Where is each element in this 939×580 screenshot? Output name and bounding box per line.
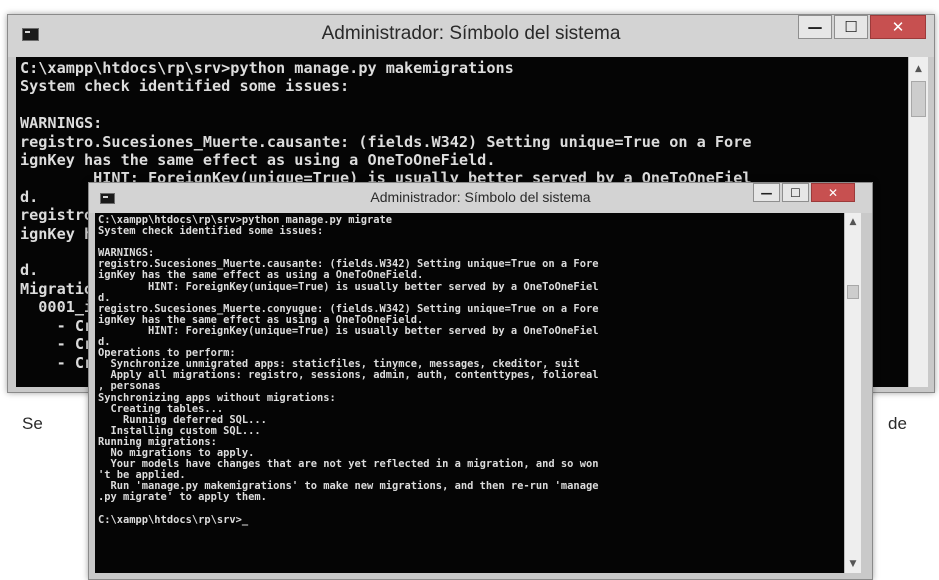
vertical-scrollbar[interactable]: ▲ [908, 57, 928, 387]
title-bar[interactable]: Administrador: Símbolo del sistema — ☐ ✕ [89, 183, 872, 213]
maximize-button[interactable]: ☐ [782, 183, 809, 202]
page-text-right: de [888, 414, 907, 433]
cmd-window-migrate[interactable]: Administrador: Símbolo del sistema — ☐ ✕… [88, 182, 873, 580]
console-output[interactable]: C:\xampp\htdocs\rp\srv>python manage.py … [95, 213, 844, 573]
page-text-left: Se [22, 414, 43, 433]
console-text: C:\xampp\htdocs\rp\srv>python manage.py … [98, 214, 599, 526]
minimize-button[interactable]: — [798, 15, 832, 39]
minimize-button[interactable]: — [753, 183, 780, 202]
title-bar[interactable]: Administrador: Símbolo del sistema — ☐ ✕ [8, 15, 934, 57]
scroll-down-arrow-icon[interactable]: ▼ [845, 557, 861, 571]
scroll-thumb[interactable] [911, 81, 926, 117]
close-button[interactable]: ✕ [811, 183, 855, 202]
scroll-thumb[interactable] [847, 285, 859, 299]
scroll-up-arrow-icon[interactable]: ▲ [909, 61, 928, 77]
window-title: Administrador: Símbolo del sistema [321, 23, 621, 44]
scroll-up-arrow-icon[interactable]: ▲ [845, 215, 861, 229]
close-button[interactable]: ✕ [870, 15, 926, 39]
maximize-button[interactable]: ☐ [834, 15, 868, 39]
vertical-scrollbar[interactable]: ▲ ▼ [844, 213, 861, 573]
